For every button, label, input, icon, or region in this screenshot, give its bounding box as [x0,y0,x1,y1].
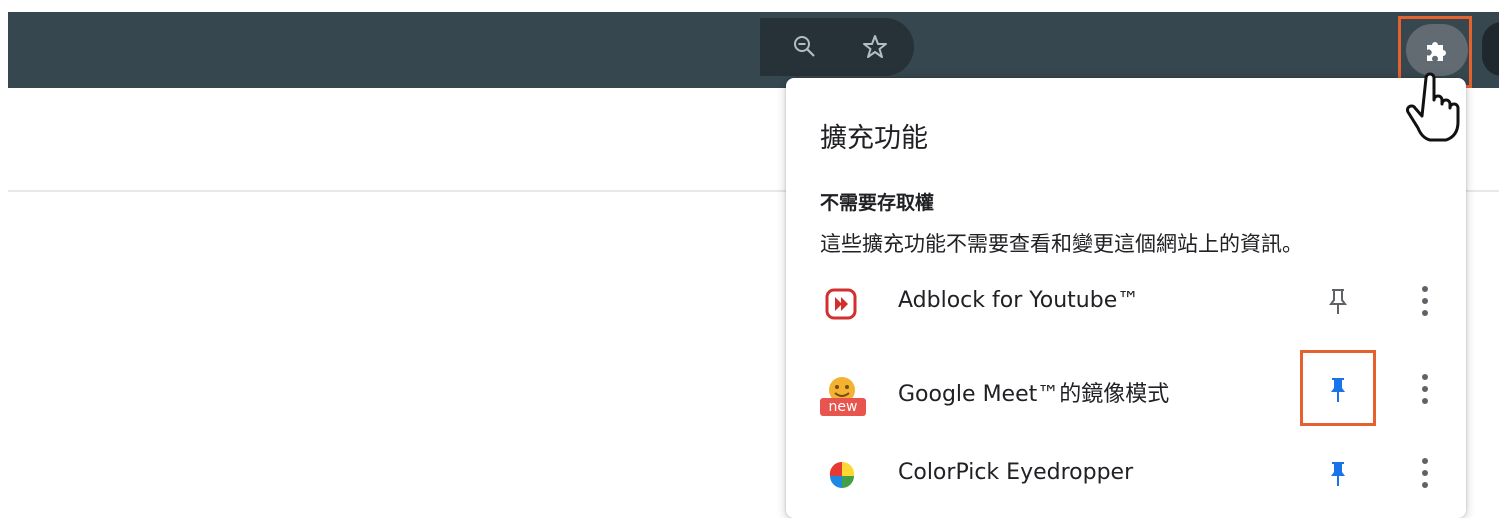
zoom-out-icon[interactable] [792,34,818,60]
pin-icon[interactable] [1328,286,1348,316]
more-options-icon[interactable] [1420,372,1430,406]
adblock-youtube-icon [824,284,860,324]
pin-highlight [1300,350,1376,426]
star-outline-icon[interactable] [862,34,888,60]
extensions-menu: 擴充功能 不需要存取權 這些擴充功能不需要查看和變更這個網站上的資訊。 Adbl… [786,78,1466,518]
more-options-icon[interactable] [1420,456,1430,490]
more-options-icon[interactable] [1420,284,1430,318]
extension-name: Google Meet™的鏡像模式 [898,382,1170,407]
extension-name: Adblock for Youtube™ [898,288,1140,313]
extension-row-colorpick[interactable]: ColorPick Eyedropper [786,434,1466,514]
hand-pointer-icon [1404,72,1460,148]
colorpick-icon [824,456,860,496]
extension-name: ColorPick Eyedropper [898,460,1134,485]
section-description: 這些擴充功能不需要查看和變更這個網站上的資訊。 [820,232,1303,256]
omnibox[interactable] [760,18,914,76]
browser-toolbar [8,12,1499,88]
section-heading: 不需要存取權 [820,192,935,214]
new-badge: new [820,398,866,416]
extension-row-adblock[interactable]: Adblock for Youtube™ [786,262,1466,342]
panel-title: 擴充功能 [820,123,928,154]
pin-filled-icon[interactable] [1328,458,1348,488]
